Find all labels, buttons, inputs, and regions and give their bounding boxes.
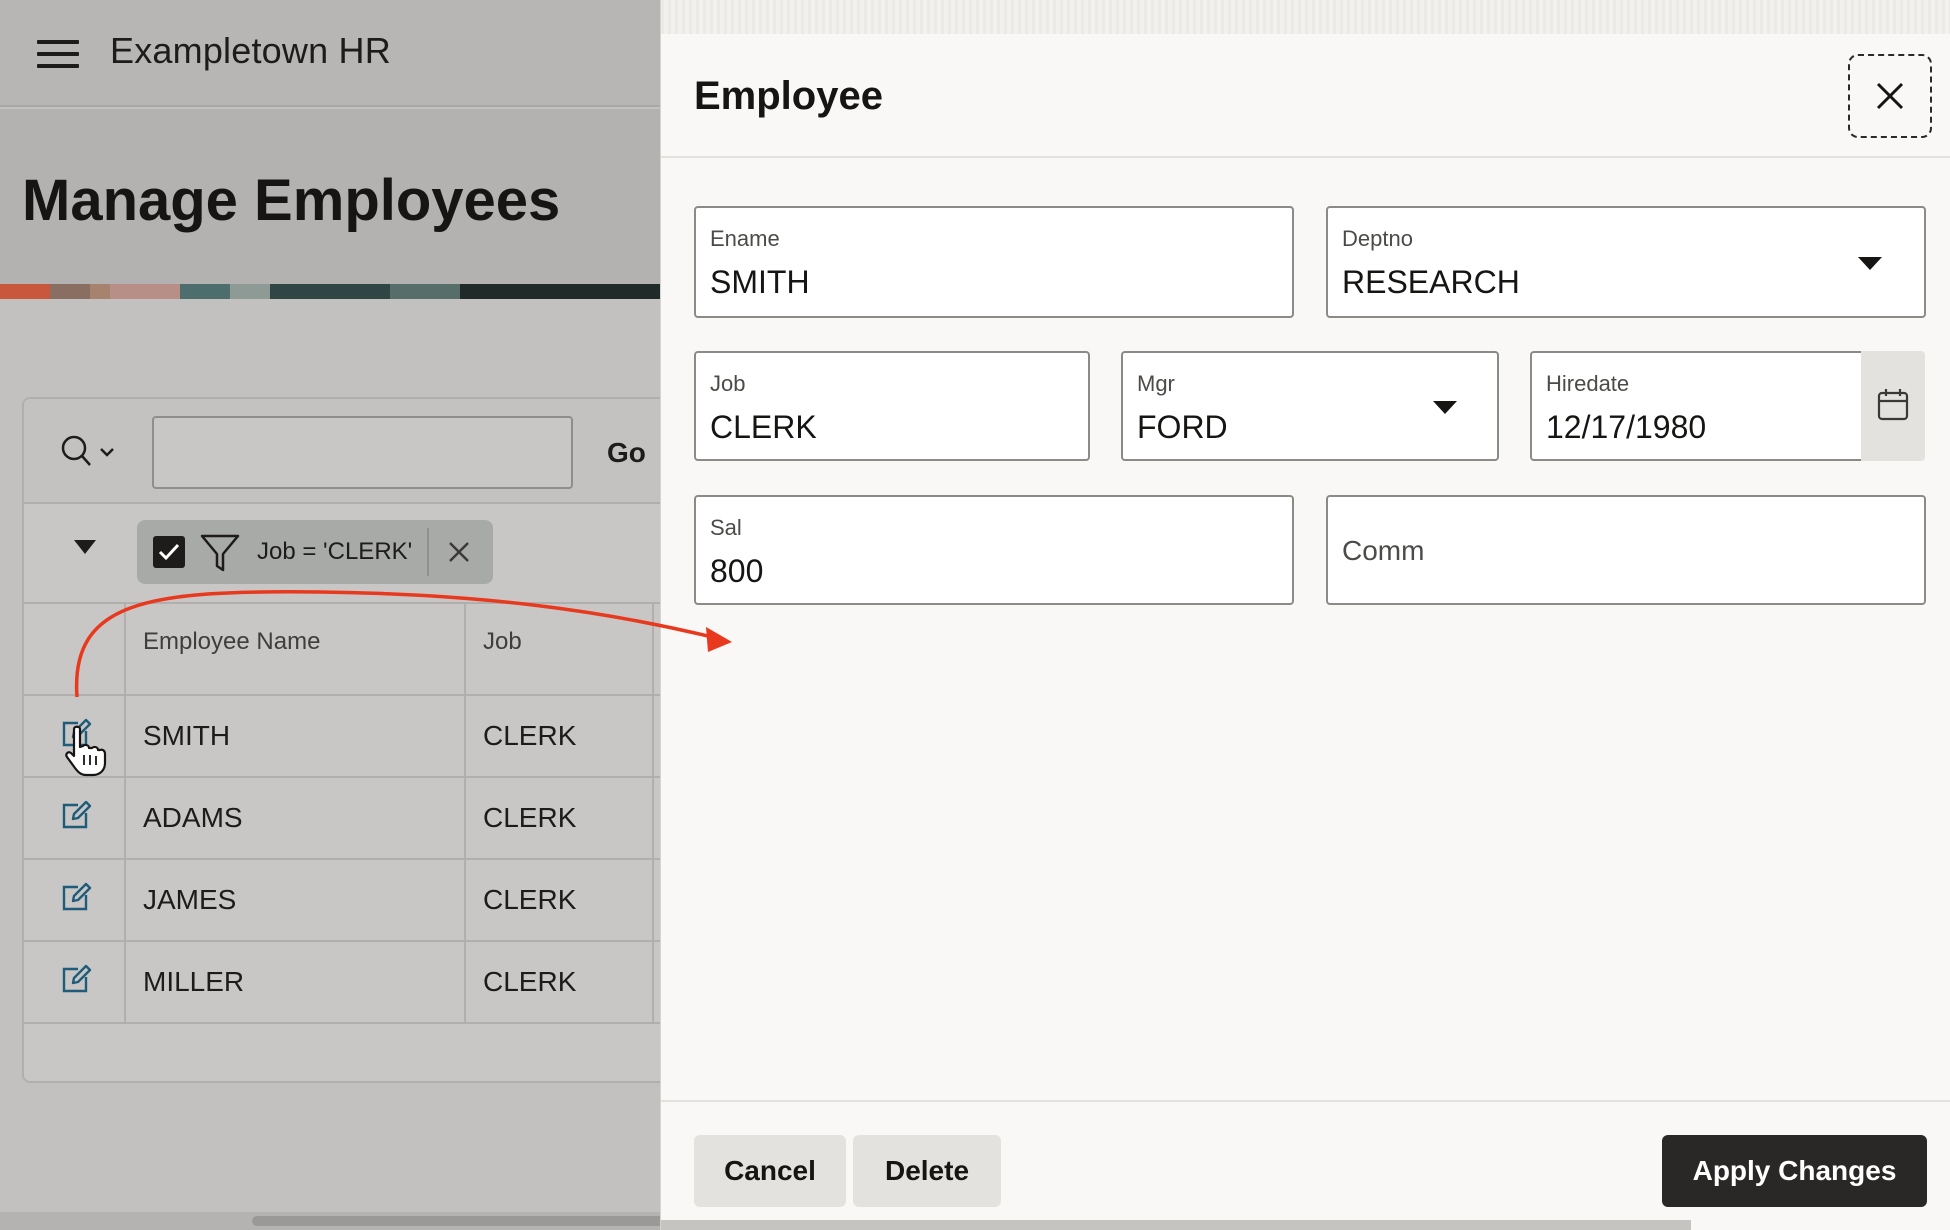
comm-label: Comm [1342, 535, 1425, 566]
funnel-icon [199, 532, 241, 574]
table-row: SMITH CLERK [24, 696, 740, 778]
filter-chip[interactable]: Job = 'CLERK' [137, 520, 493, 584]
cancel-button[interactable]: Cancel [694, 1135, 846, 1207]
sal-value[interactable]: 800 [710, 553, 763, 590]
ename-field[interactable]: Ename SMITH [694, 206, 1294, 318]
job-field[interactable]: Job CLERK [694, 351, 1090, 461]
filter-label[interactable]: Job = 'CLERK' [257, 538, 412, 566]
grid-header: Employee Name Job [24, 604, 740, 696]
table-row: MILLER CLERK [24, 942, 740, 1024]
mgr-label: Mgr [1137, 371, 1175, 396]
search-bar: Go [24, 399, 740, 504]
pointer-cursor-icon [65, 725, 107, 777]
employee-dialog: Employee Ename SMITH Deptno RESEARCH Job… [660, 0, 1950, 1230]
dialog-title: Employee [694, 74, 883, 118]
employee-grid: Employee Name Job SMITH CLERK ADAMS CLER… [24, 604, 740, 1024]
app-title[interactable]: Exampletown HR [110, 30, 391, 72]
search-icon [61, 435, 114, 466]
job-label: Job [710, 371, 746, 396]
close-dialog-button[interactable] [1848, 54, 1932, 138]
table-row: ADAMS CLERK [24, 778, 740, 860]
search-column-selector[interactable] [59, 434, 119, 470]
filter-enabled-checkbox[interactable] [153, 536, 185, 568]
close-icon [1876, 82, 1904, 110]
mgr-select[interactable]: Mgr FORD [1121, 351, 1499, 461]
cell-employee-name: SMITH [143, 720, 231, 751]
search-input[interactable] [152, 416, 573, 489]
job-value[interactable]: CLERK [710, 409, 817, 446]
go-button[interactable]: Go [607, 437, 646, 469]
dialog-header: Employee [661, 34, 1950, 158]
cell-employee-name: ADAMS [143, 802, 243, 833]
hiredate-field[interactable]: Hiredate 12/17/1980 [1530, 351, 1863, 461]
deptno-label: Deptno [1342, 226, 1413, 251]
filter-collapse-toggle[interactable] [74, 540, 96, 554]
cell-job: CLERK [483, 966, 577, 997]
drawer-texture [661, 0, 1950, 34]
ename-value[interactable]: SMITH [710, 264, 810, 301]
column-header-job[interactable]: Job [483, 628, 522, 656]
hiredate-value[interactable]: 12/17/1980 [1546, 409, 1706, 446]
dropdown-arrow-icon[interactable] [1858, 257, 1882, 270]
hamburger-icon[interactable] [37, 40, 79, 68]
dialog-footer: Cancel Delete Apply Changes [661, 1100, 1950, 1230]
cell-employee-name: MILLER [143, 966, 245, 997]
edit-icon[interactable] [59, 798, 93, 832]
dropdown-arrow-icon[interactable] [1433, 401, 1457, 414]
mgr-value[interactable]: FORD [1137, 409, 1228, 446]
cell-employee-name: JAMES [143, 884, 237, 915]
remove-filter-button[interactable] [441, 534, 477, 570]
comm-field[interactable]: Comm [1326, 495, 1926, 605]
chevron-down-icon [100, 448, 114, 457]
report-region: Go Job = 'CLERK' Employee Name Job SMITH… [22, 397, 742, 1083]
cell-job: CLERK [483, 802, 577, 833]
filter-row: Job = 'CLERK' [24, 504, 740, 604]
hiredate-label: Hiredate [1546, 371, 1630, 396]
apply-changes-button[interactable]: Apply Changes [1662, 1135, 1927, 1207]
edit-icon[interactable] [59, 962, 93, 996]
calendar-button[interactable] [1861, 351, 1925, 461]
edit-icon[interactable] [59, 880, 93, 914]
drawer-scrollbar[interactable] [661, 1220, 1691, 1230]
cell-job: CLERK [483, 720, 577, 751]
cell-job: CLERK [483, 884, 577, 915]
sal-label: Sal [710, 515, 742, 540]
chip-divider [427, 528, 429, 576]
delete-button[interactable]: Delete [853, 1135, 1001, 1207]
deptno-select[interactable]: Deptno RESEARCH [1326, 206, 1926, 318]
column-header-employee-name[interactable]: Employee Name [143, 628, 320, 656]
table-row: JAMES CLERK [24, 860, 740, 942]
calendar-icon [1877, 389, 1909, 421]
deptno-value[interactable]: RESEARCH [1342, 264, 1520, 301]
page-title: Manage Employees [22, 168, 561, 233]
close-icon [449, 542, 469, 562]
sal-field[interactable]: Sal 800 [694, 495, 1294, 605]
ename-label: Ename [710, 226, 780, 251]
checkbox-icon [158, 543, 180, 561]
